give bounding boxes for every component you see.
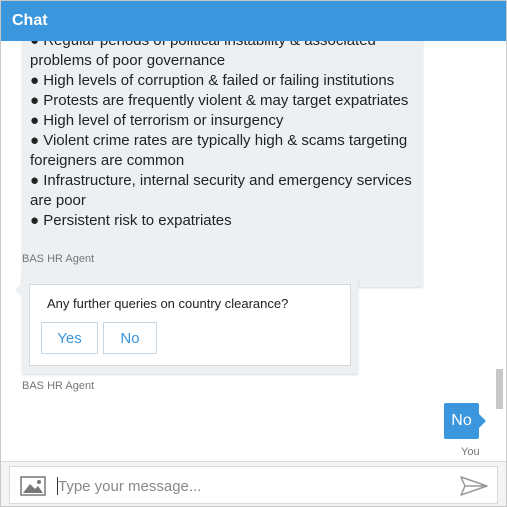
list-line: ● High levels of corruption & failed or … [30,72,395,89]
list-line: ● Persistent risk to expatriates [30,212,232,229]
sender-label: BAS HR Agent [22,253,95,265]
list-line: problems of poor governance [30,52,226,69]
sender-label: You [461,446,480,458]
suggested-actions-card: Any further queries on country clearance… [29,284,351,366]
no-button[interactable]: No [103,322,157,354]
list-line: ● Violent crime rates are typically high… [30,132,408,149]
sender-label: BAS HR Agent [22,380,95,392]
yes-button[interactable]: Yes [41,322,98,354]
user-message-text: No [451,412,472,429]
chat-window: Chat ● Regular periods of political inst… [0,0,507,507]
message-input[interactable] [58,474,438,498]
message-list[interactable]: ● Regular periods of political instabili… [1,41,506,461]
image-icon[interactable] [20,476,46,496]
list-line: ● Protests are frequently violent & may … [30,92,409,109]
bot-card-bubble: Any further queries on country clearance… [15,277,358,374]
risk-list: ● Regular periods of political instabili… [30,41,422,231]
composer [1,461,506,506]
list-line: ● Infrastructure, internal security and … [30,172,412,189]
send-icon[interactable] [459,475,489,497]
user-message-bubble: No [444,403,486,439]
chat-title: Chat [12,12,48,29]
list-line: ● High level of terrorism or insurgency [30,112,284,129]
chat-header: Chat [1,1,506,41]
bot-message-bubble: ● Regular periods of political instabili… [22,41,423,287]
card-question: Any further queries on country clearance… [47,296,289,311]
list-line: are poor [30,192,86,209]
scrollbar-thumb[interactable] [496,369,503,409]
composer-box [9,466,498,504]
list-line: foreigners are common [30,152,185,169]
list-line: ● Regular periods of political instabili… [30,41,422,51]
